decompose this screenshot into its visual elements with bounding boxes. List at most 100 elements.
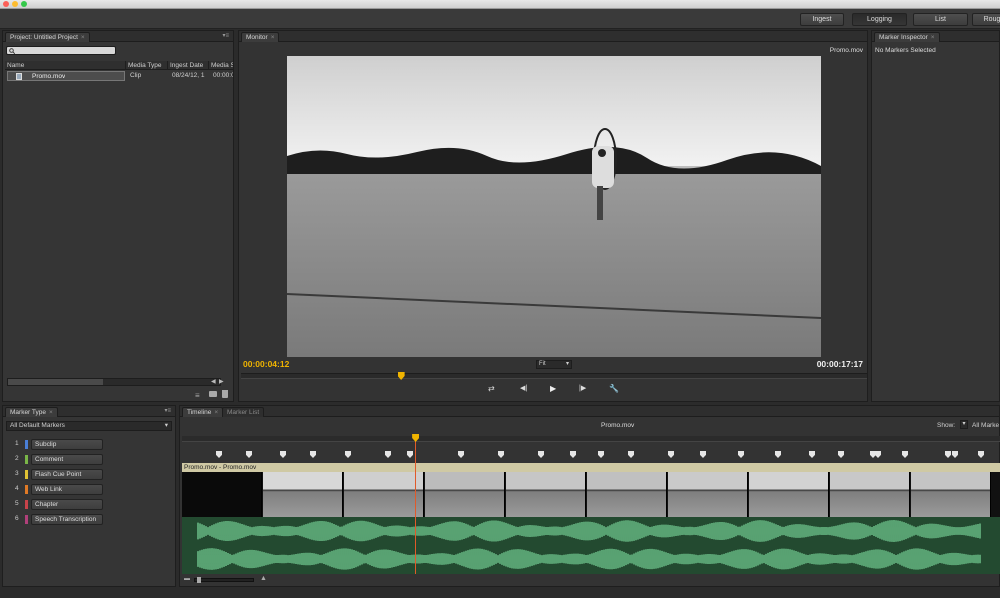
loop-icon[interactable]: ⇄ bbox=[488, 384, 495, 393]
tab-timeline[interactable]: Timeline × bbox=[182, 407, 224, 417]
tab-marker-list[interactable]: Marker List bbox=[222, 407, 265, 417]
marker-icon[interactable] bbox=[280, 451, 286, 458]
marker-type-panel: Marker Type × ▾≡ All Default Markers ▾ 1 Su… bbox=[2, 405, 176, 587]
track-label: Promo.mov - Promo.mov bbox=[184, 464, 257, 471]
play-icon[interactable]: ▶ bbox=[550, 384, 556, 393]
marker-icon[interactable] bbox=[458, 451, 464, 458]
marker-type-number: 4 bbox=[15, 485, 19, 492]
timeline-ruler[interactable] bbox=[182, 436, 1000, 442]
panel-menu-icon[interactable]: ▾≡ bbox=[222, 32, 229, 39]
column-ingest-date[interactable]: Ingest Date bbox=[168, 61, 209, 70]
marker-type-button[interactable]: Chapter bbox=[31, 499, 103, 510]
zoom-in-icon[interactable]: ▲ bbox=[260, 575, 267, 582]
horizontal-scrollbar[interactable]: ◀ ▶ bbox=[7, 378, 224, 386]
marker-icon[interactable] bbox=[570, 451, 576, 458]
minimize-window-button[interactable] bbox=[12, 1, 18, 7]
show-filter-value[interactable]: All Marke bbox=[972, 422, 999, 429]
search-input[interactable] bbox=[6, 46, 116, 55]
video-thumbnail bbox=[344, 472, 424, 517]
video-frame-image bbox=[287, 56, 821, 357]
monitor-scrubber[interactable] bbox=[241, 372, 867, 380]
marker-icon[interactable] bbox=[978, 451, 984, 458]
trash-icon[interactable] bbox=[222, 390, 228, 398]
tab-marker-inspector[interactable]: Marker Inspector × bbox=[874, 32, 940, 42]
marker-type-button[interactable]: Speech Transcription bbox=[31, 514, 103, 525]
tab-marker-type[interactable]: Marker Type × bbox=[5, 407, 58, 417]
timeline-playhead[interactable] bbox=[412, 434, 420, 574]
marker-icon[interactable] bbox=[945, 451, 951, 458]
workspace-ingest-button[interactable]: Ingest bbox=[800, 13, 844, 26]
chevron-down-icon[interactable]: ▾ bbox=[960, 420, 968, 429]
marker-color-swatch bbox=[25, 440, 28, 449]
marker-icon[interactable] bbox=[809, 451, 815, 458]
column-media-start[interactable]: Media S bbox=[209, 61, 233, 70]
marker-type-button[interactable]: Web Link bbox=[31, 484, 103, 495]
video-frame[interactable] bbox=[287, 56, 821, 357]
zoom-select[interactable]: Fit ▾ bbox=[536, 360, 572, 369]
zoom-slider-thumb[interactable] bbox=[197, 577, 201, 583]
marker-icon[interactable] bbox=[952, 451, 958, 458]
scroll-left-icon[interactable]: ◀ bbox=[211, 378, 216, 385]
marker-icon[interactable] bbox=[902, 451, 908, 458]
current-timecode[interactable]: 00:00:04:12 bbox=[243, 359, 289, 369]
marker-type-item[interactable]: 4 Web Link bbox=[15, 483, 175, 495]
audio-waveform-track[interactable] bbox=[182, 517, 1000, 574]
video-thumbnail bbox=[830, 472, 910, 517]
scroll-right-icon[interactable]: ▶ bbox=[219, 378, 224, 385]
marker-icon[interactable] bbox=[345, 451, 351, 458]
marker-icon[interactable] bbox=[838, 451, 844, 458]
marker-icon[interactable] bbox=[598, 451, 604, 458]
marker-color-swatch bbox=[25, 485, 28, 494]
close-window-button[interactable] bbox=[3, 1, 9, 7]
marker-icon[interactable] bbox=[700, 451, 706, 458]
search-icon bbox=[9, 48, 15, 54]
marker-type-button[interactable]: Comment bbox=[31, 454, 103, 465]
step-back-icon[interactable]: ◀| bbox=[520, 384, 527, 392]
marker-icon[interactable] bbox=[385, 451, 391, 458]
marker-type-item[interactable]: 3 Flash Cue Point bbox=[15, 468, 175, 480]
audio-waveform bbox=[197, 520, 981, 570]
column-media-type[interactable]: Media Type bbox=[126, 61, 168, 70]
marker-icon[interactable] bbox=[246, 451, 252, 458]
workspace-logging-button[interactable]: Logging bbox=[852, 13, 907, 26]
panel-menu-icon[interactable]: ▾≡ bbox=[164, 407, 171, 414]
workspace-list-button[interactable]: List bbox=[913, 13, 968, 26]
scrollbar-thumb[interactable] bbox=[8, 379, 103, 385]
marker-icon[interactable] bbox=[407, 451, 413, 458]
marker-icon[interactable] bbox=[628, 451, 634, 458]
marker-type-item[interactable]: 2 Comment bbox=[15, 453, 175, 465]
monitor-playhead[interactable] bbox=[397, 372, 405, 380]
zoom-window-button[interactable] bbox=[21, 1, 27, 7]
marker-type-item[interactable]: 5 Chapter bbox=[15, 498, 175, 510]
marker-icon[interactable] bbox=[498, 451, 504, 458]
marker-type-item[interactable]: 6 Speech Transcription bbox=[15, 513, 175, 525]
list-view-icon[interactable]: ≡ bbox=[195, 391, 200, 400]
marker-icon[interactable] bbox=[668, 451, 674, 458]
marker-icon[interactable] bbox=[310, 451, 316, 458]
tab-project[interactable]: Project: Untitled Project × bbox=[5, 32, 90, 42]
marker-type-button[interactable]: Subclip bbox=[31, 439, 103, 450]
chevron-down-icon: ▾ bbox=[565, 361, 569, 367]
timeline-panel: Timeline × Marker List Promo.mov Show: ▾ … bbox=[179, 405, 1000, 587]
marker-type-button[interactable]: Flash Cue Point bbox=[31, 469, 103, 480]
video-thumbnail bbox=[749, 472, 829, 517]
zoom-out-icon[interactable]: ▬ bbox=[184, 576, 190, 582]
marker-icon[interactable] bbox=[875, 451, 881, 458]
marker-icon[interactable] bbox=[738, 451, 744, 458]
marker-icon[interactable] bbox=[775, 451, 781, 458]
monitor-panel: Monitor × Promo.mov 00:00:04:12 Fit ▾ 00:0… bbox=[238, 30, 868, 402]
wrench-icon[interactable]: 🔧 bbox=[609, 384, 619, 393]
table-row[interactable]: Promo.mov Clip 08/24/12, 1 00:00:0 bbox=[5, 71, 233, 81]
marker-type-item[interactable]: 1 Subclip bbox=[15, 438, 175, 450]
video-thumbnail bbox=[587, 472, 667, 517]
workspace-rough-cut-button[interactable]: Roug bbox=[972, 13, 1000, 26]
tab-monitor[interactable]: Monitor × bbox=[241, 32, 280, 42]
marker-icon[interactable] bbox=[216, 451, 222, 458]
timeline-zoom-slider[interactable] bbox=[194, 577, 254, 583]
marker-set-select[interactable]: All Default Markers ▾ bbox=[6, 421, 172, 431]
folder-icon[interactable] bbox=[209, 391, 217, 397]
step-forward-icon[interactable]: |▶ bbox=[579, 384, 586, 392]
column-name[interactable]: Name bbox=[5, 61, 126, 70]
marker-icon[interactable] bbox=[538, 451, 544, 458]
video-thumbnail-track[interactable] bbox=[182, 472, 1000, 517]
